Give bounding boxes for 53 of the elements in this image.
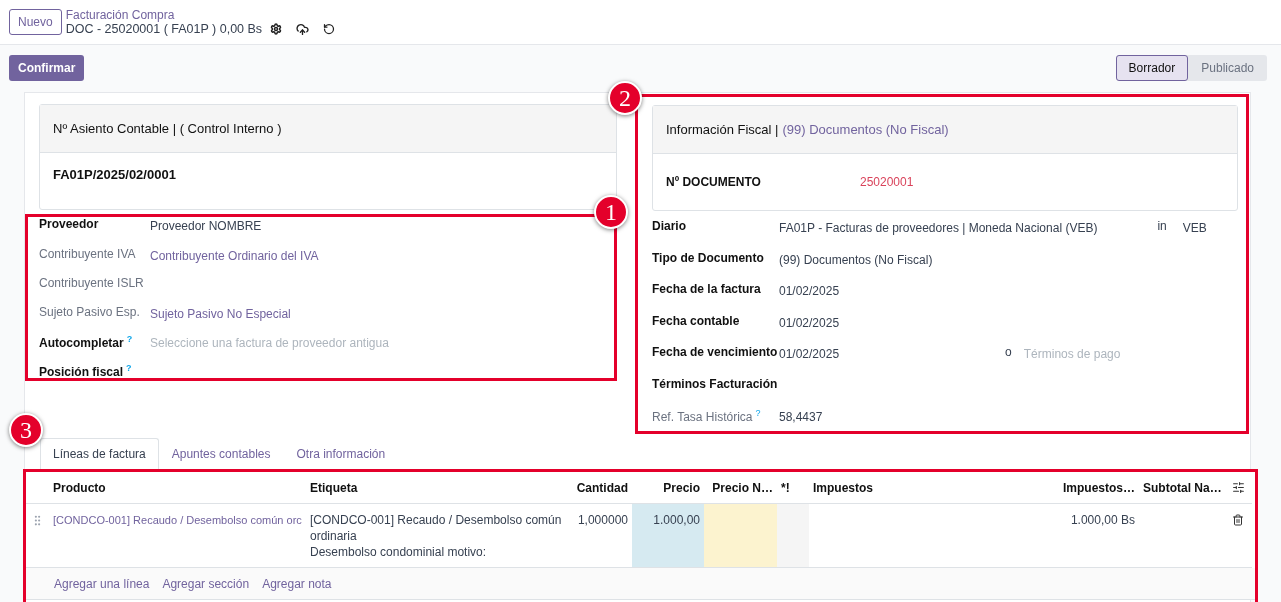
- breadcrumb-link[interactable]: Facturación Compra: [65, 8, 342, 22]
- field-link[interactable]: Sujeto Pasivo No Especial: [150, 305, 291, 321]
- field-value: Proveedor NOMBRE: [150, 218, 262, 233]
- field-value: 01/02/2025: [779, 346, 840, 361]
- column-header[interactable]: Cantidad: [572, 472, 632, 504]
- document-number: 25020001: [860, 175, 915, 189]
- cloud-upload-icon[interactable]: [296, 22, 310, 36]
- status-step[interactable]: Publicado: [1188, 54, 1267, 81]
- field-label: Ref. Tasa Histórica $^{?}$: [652, 408, 762, 424]
- field-label: Diario: [652, 219, 687, 233]
- field-label: Contribuyente IVA: [39, 247, 137, 261]
- field-label: Tipo de Documento: [652, 250, 765, 265]
- add-link[interactable]: Agregar nota: [262, 576, 332, 591]
- field-label: Proveedor: [39, 217, 100, 231]
- field-label: Posición fiscal $^{?}$: [39, 363, 133, 379]
- separator-text: o: [1005, 345, 1012, 359]
- entry-number: FA01P/2025/02/0001: [53, 166, 176, 182]
- field-value: 01/02/2025: [779, 283, 840, 298]
- card-title: Información Fiscal | (99) Documentos (No Fiscal): [666, 122, 949, 137]
- annotation-badge: 3: [9, 413, 43, 447]
- column-header[interactable]: Subtotal Na…: [1139, 472, 1224, 504]
- card-title: Nº Asiento Contable | ( Control Interno ): [53, 121, 282, 136]
- separator-text: in: [1157, 219, 1167, 233]
- field-label: Fecha de vencimiento: [652, 345, 779, 359]
- new-button[interactable]: Nuevo: [9, 9, 62, 35]
- field-value: 01/02/2025: [779, 314, 840, 330]
- settings-icon[interactable]: [270, 23, 283, 35]
- status-step[interactable]: Borrador: [1115, 54, 1189, 81]
- add-link[interactable]: Agregar sección: [162, 576, 250, 591]
- field-value: VEB: [1182, 220, 1207, 235]
- field-label: Sujeto Pasivo Esp.: [39, 305, 141, 319]
- field-link[interactable]: Contribuyente Ordinario del IVA: [150, 247, 319, 263]
- confirm-button[interactable]: Confirmar: [9, 54, 85, 81]
- field-label: Fecha contable: [652, 313, 741, 328]
- annotation-badge: 2: [608, 81, 642, 115]
- field-label: Contribuyente ISLR: [39, 276, 145, 290]
- annotation-badge: 1: [594, 195, 628, 229]
- undo-icon[interactable]: [323, 23, 336, 35]
- field-value: FA01P - Facturas de proveedores | Moneda Nacional (VEB): [779, 220, 1098, 235]
- field-label: Fecha de la factura: [652, 282, 762, 296]
- column-header[interactable]: Etiqueta: [306, 472, 572, 504]
- column-header[interactable]: Impuestos: [809, 472, 1009, 504]
- field-value: 58,4437: [779, 409, 823, 424]
- field-value: (99) Documentos (No Fiscal): [779, 251, 933, 267]
- add-link[interactable]: Agregar una línea: [54, 576, 150, 591]
- field-label: Nº DOCUMENTO: [666, 175, 762, 189]
- field-label: Términos Facturación: [652, 376, 779, 391]
- tab[interactable]: Líneas de factura: [40, 438, 159, 469]
- field-label: Autocompletar $^{?}$: [39, 334, 134, 350]
- table-cell: 1.000,00: [632, 504, 704, 568]
- record-title: DOC - 25020001 ( FA01P ) 0,00 Bs: [65, 22, 263, 36]
- column-header[interactable]: Impuestos…: [1009, 472, 1139, 504]
- column-header[interactable]: Producto: [49, 472, 306, 504]
